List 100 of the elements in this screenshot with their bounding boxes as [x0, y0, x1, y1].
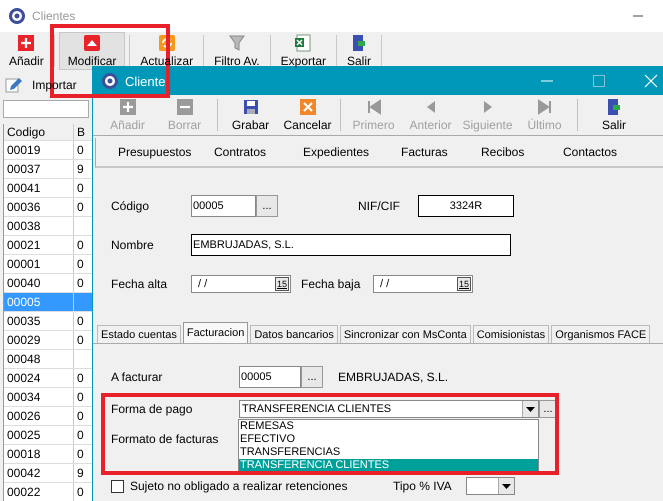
table-cell: 00025 [7, 428, 40, 442]
table-cell: 00040 [7, 276, 40, 290]
browse-button[interactable]: ... [301, 366, 323, 388]
toolbar-button[interactable]: Modificar [58, 32, 126, 70]
last-icon [536, 98, 554, 116]
table-cell: 0 [77, 390, 84, 404]
table-cell: 0 [77, 485, 84, 499]
dropdown-option[interactable]: TRANSFERENCIAS [239, 446, 538, 459]
table-cell: 9 [77, 466, 84, 480]
table-cell: 00024 [7, 371, 40, 385]
tab[interactable]: Organismos FACE [551, 325, 650, 343]
spreadsheet-icon [294, 34, 312, 52]
field-label: Forma de pago [111, 402, 194, 416]
section-button[interactable]: Recibos [481, 145, 563, 159]
table-cell: 00042 [7, 466, 40, 480]
table-cell: 00037 [7, 162, 40, 176]
tab[interactable]: Datos bancarios [250, 325, 338, 343]
field-label: Fecha alta [111, 277, 168, 291]
table-cell: 0 [77, 238, 84, 252]
section-button[interactable]: Contratos [214, 145, 303, 159]
section-button[interactable]: Presupuestos [118, 145, 214, 159]
field-label: NIF/CIF [358, 199, 401, 213]
section-button[interactable]: Expedientes [303, 145, 401, 159]
tab[interactable]: Sincronizar con MsConta [340, 325, 471, 343]
table-cell: 9 [77, 162, 84, 176]
date-field[interactable]: / / [192, 278, 208, 290]
table-cell: 0 [77, 409, 84, 423]
app-logo-icon [101, 72, 119, 90]
table-cell: 0 [77, 333, 84, 347]
table-cell: 0 [77, 257, 84, 271]
toolbar-button[interactable]: Cancelar [279, 95, 336, 135]
client-name: EMBRUJADAS, S.L. [338, 370, 448, 384]
floppy-icon [242, 98, 260, 116]
table-cell: 00019 [7, 143, 40, 157]
toolbar-button[interactable]: Grabar [222, 95, 279, 135]
maximize-button[interactable] [592, 74, 606, 88]
field-label: Formato de facturas [111, 432, 220, 446]
field-label: A facturar [111, 370, 164, 384]
table-cell: 00036 [7, 200, 40, 214]
caret-icon [526, 406, 535, 412]
table-cell: 0 [77, 276, 84, 290]
invoice-to-field[interactable]: 00005 [239, 366, 301, 388]
dropdown-option[interactable]: REMESAS [239, 420, 538, 433]
field-label: Tipo % IVA [393, 479, 452, 493]
search-field[interactable] [3, 100, 89, 118]
table-cell: 0 [77, 181, 84, 195]
app-logo-icon [8, 7, 26, 25]
door-icon [350, 34, 368, 52]
filter-icon [228, 34, 246, 52]
table-cell: 00026 [7, 409, 40, 423]
table-cell: 00021 [7, 238, 40, 252]
section-button[interactable]: Contactos [563, 145, 618, 159]
table-cell: 00005 [7, 295, 40, 309]
table-cell: 0 [77, 428, 84, 442]
table-cell: 0 [77, 371, 84, 385]
column-header[interactable]: Codigo [4, 124, 74, 140]
table-cell: 00022 [7, 485, 40, 499]
close-button[interactable] [644, 74, 658, 88]
table-cell: 0 [77, 200, 84, 214]
calendar-button[interactable]: 15 [274, 277, 289, 291]
tab[interactable]: Estado cuentas [97, 325, 181, 343]
dialog-title: Cliente [125, 74, 166, 88]
toolbar-button[interactable]: Salir [582, 95, 646, 135]
payment-method-dropdown[interactable]: TRANSFERENCIA CLIENTES [239, 400, 539, 418]
caret-icon [502, 484, 511, 488]
table-cell: 0 [77, 314, 84, 328]
nif-field[interactable]: 3324R [418, 195, 514, 217]
date-field[interactable]: / / [374, 278, 390, 290]
table-cell: 00001 [7, 257, 40, 271]
table-cell: 0 [77, 143, 84, 157]
browse-button[interactable]: ... [256, 195, 278, 217]
window-title: Clientes [32, 9, 76, 23]
checkbox-label: Sujeto no obligado a realizar retenciones [130, 479, 348, 493]
minus-icon [176, 98, 194, 116]
door-icon [605, 98, 623, 116]
table-cell: 0 [77, 447, 84, 461]
field-label: Código [111, 199, 150, 213]
cancel-icon [298, 98, 316, 116]
toolbar-button[interactable]: Añadir [3, 32, 50, 70]
calendar-button[interactable]: 15 [456, 277, 471, 291]
plus-icon [118, 98, 136, 116]
tab[interactable]: Facturacion [182, 322, 248, 343]
table-cell: 00034 [7, 390, 40, 404]
code-field[interactable]: 00005 [191, 195, 256, 217]
name-field[interactable]: EMBRUJADAS, S.L. [191, 234, 511, 256]
field-label: Nombre [111, 238, 155, 252]
dropdown-option[interactable]: EFECTIVO [239, 433, 538, 446]
section-button[interactable]: Facturas [401, 145, 481, 159]
checkbox[interactable] [111, 480, 124, 492]
table-cell: 00018 [7, 447, 40, 461]
pencil-icon [4, 76, 22, 94]
tab[interactable]: Comisionistas [472, 325, 550, 343]
field-label: Fecha baja [301, 277, 362, 291]
toolbar-button[interactable]: Filtro Av. [208, 32, 266, 70]
vat-dropdown[interactable] [466, 477, 515, 495]
table-cell: 00035 [7, 314, 40, 328]
table-cell: 00048 [7, 352, 40, 366]
table-cell: 00038 [7, 219, 40, 233]
table-cell: 00029 [7, 333, 40, 347]
plus-icon [17, 34, 36, 52]
